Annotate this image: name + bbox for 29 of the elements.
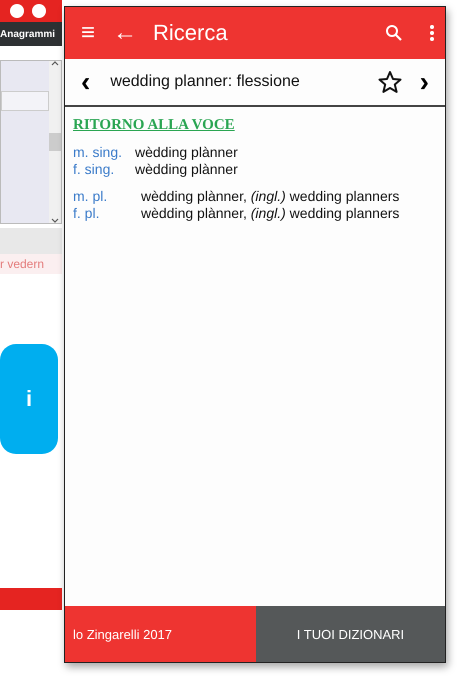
inflected-form: wèdding plànner, (ingl.) wedding planners <box>141 188 400 205</box>
more-icon[interactable] <box>429 24 435 42</box>
return-link[interactable]: RITORNO ALLA VOCE <box>73 117 437 134</box>
form-label: f. pl. <box>73 205 100 222</box>
chevron-down-icon[interactable] <box>51 218 59 223</box>
status-bar <box>0 228 62 254</box>
form-label: f. sing. <box>73 161 116 178</box>
inflected-form: wèdding plànner <box>135 161 238 178</box>
scrollbar-thumb[interactable] <box>49 133 61 151</box>
next-button[interactable]: › <box>414 66 435 98</box>
info-button[interactable]: i <box>0 344 58 454</box>
previous-button[interactable]: ‹ <box>75 66 96 98</box>
bottom-bar <box>0 588 62 610</box>
bottom-tab[interactable]: lo Zingarelli 2017 <box>65 606 256 662</box>
form-label: m. sing. <box>73 144 124 161</box>
inflected-form: wèdding plànner, (ingl.) wedding planners <box>141 205 400 222</box>
anagram-tab[interactable]: Anagrammi <box>0 22 62 46</box>
hint-text: r vedern <box>0 254 62 274</box>
back-button[interactable]: ← <box>107 18 144 48</box>
star-icon[interactable] <box>378 70 402 94</box>
bottom-tab[interactable]: I TUOI DIZIONARI <box>256 606 445 662</box>
chevron-up-icon[interactable] <box>51 61 59 66</box>
screen-title: Ricerca <box>153 20 229 46</box>
scrollbar[interactable] <box>49 61 61 223</box>
search-icon[interactable] <box>385 24 403 42</box>
entry-title: wedding planner: flessione <box>110 73 301 91</box>
form-label: m. pl. <box>73 188 108 205</box>
inflected-form: wèdding plànner <box>135 144 238 161</box>
menu-button[interactable]: ≡ <box>75 18 102 48</box>
